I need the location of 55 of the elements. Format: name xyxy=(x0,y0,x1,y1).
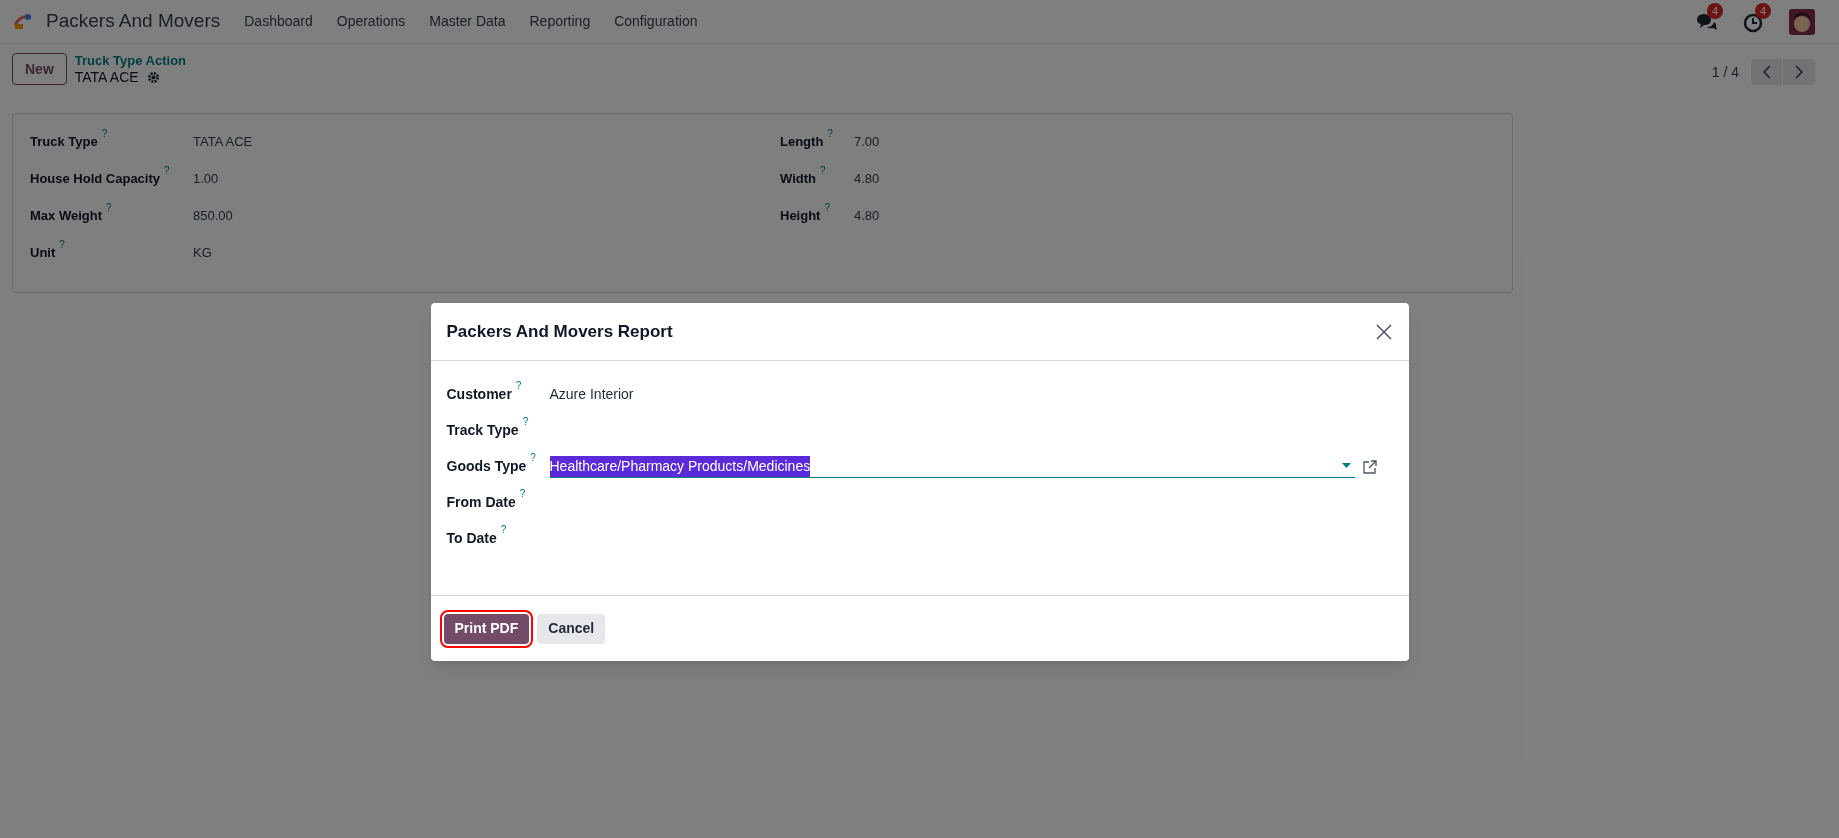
field-value: TATA ACE xyxy=(193,133,253,151)
messages-count-badge: 4 xyxy=(1707,2,1724,19)
field-label: Height xyxy=(780,207,821,225)
menu-item[interactable]: Operations xyxy=(336,11,406,32)
help-tooltip[interactable]: ? xyxy=(519,489,526,499)
breadcrumb-link[interactable]: Truck Type Action xyxy=(74,53,187,69)
close-button[interactable] xyxy=(1374,322,1393,341)
user-avatar-icon[interactable] xyxy=(1789,8,1815,35)
menu-item[interactable]: Configuration xyxy=(614,11,698,32)
help-tooltip[interactable]: ? xyxy=(522,417,529,427)
help-tooltip[interactable]: ? xyxy=(164,166,170,176)
menu-item[interactable]: Reporting xyxy=(529,11,591,32)
help-tooltip[interactable]: ? xyxy=(530,453,536,463)
help-tooltip[interactable]: ? xyxy=(824,203,830,213)
dialog-title: Packers And Movers Report xyxy=(446,320,673,343)
previous-button[interactable] xyxy=(1751,59,1783,85)
field-label: Track Type xyxy=(446,421,519,440)
help-tooltip[interactable]: ? xyxy=(101,129,108,139)
menu-item[interactable]: Dashboard xyxy=(244,11,313,32)
field-label: Truck Type xyxy=(30,133,98,151)
field-value: KG xyxy=(193,244,212,262)
field-label: House Hold Capacity xyxy=(30,170,161,188)
field-label: Max Weight xyxy=(30,207,102,225)
settings-icon[interactable] xyxy=(146,70,160,84)
help-tooltip[interactable]: ? xyxy=(500,525,507,535)
record-name: TATA ACE xyxy=(74,69,139,85)
field-label: Length xyxy=(780,133,824,151)
goods-type-field[interactable]: Healthcare/Pharmacy Products/Medicines xyxy=(549,455,1355,478)
field-value: Azure Interior xyxy=(549,385,634,404)
field-value: 4.80 xyxy=(854,170,880,188)
activities-count-badge: 4 xyxy=(1755,2,1772,19)
help-tooltip[interactable]: ? xyxy=(820,166,826,176)
help-tooltip[interactable]: ? xyxy=(106,203,112,213)
help-tooltip[interactable]: ? xyxy=(515,381,522,391)
app-name[interactable]: Packers And Movers xyxy=(46,7,221,36)
chevron-right-icon xyxy=(1794,65,1804,79)
new-button[interactable]: New xyxy=(12,53,67,85)
field-label: Width xyxy=(780,170,816,188)
field-value: 7.00 xyxy=(854,133,880,151)
field-value: 4.80 xyxy=(854,207,880,225)
help-tooltip[interactable]: ? xyxy=(827,129,833,139)
field-value: 1.00 xyxy=(193,170,219,188)
field-label: Unit xyxy=(30,244,56,262)
pager-value: 1 / 4 xyxy=(1711,62,1739,82)
field-label: Goods Type xyxy=(446,457,527,476)
cancel-button[interactable]: Cancel xyxy=(537,613,606,644)
help-tooltip[interactable]: ? xyxy=(59,240,65,250)
menu-item[interactable]: Master Data xyxy=(429,11,506,32)
external-link-icon[interactable] xyxy=(1362,459,1377,474)
caret-icon[interactable] xyxy=(1341,463,1351,469)
field-label: From Date xyxy=(446,493,516,512)
field-label: Customer xyxy=(446,385,512,404)
field-label: To Date xyxy=(446,529,497,548)
chevron-left-icon xyxy=(1761,65,1772,79)
field-value: 850.00 xyxy=(193,207,233,225)
